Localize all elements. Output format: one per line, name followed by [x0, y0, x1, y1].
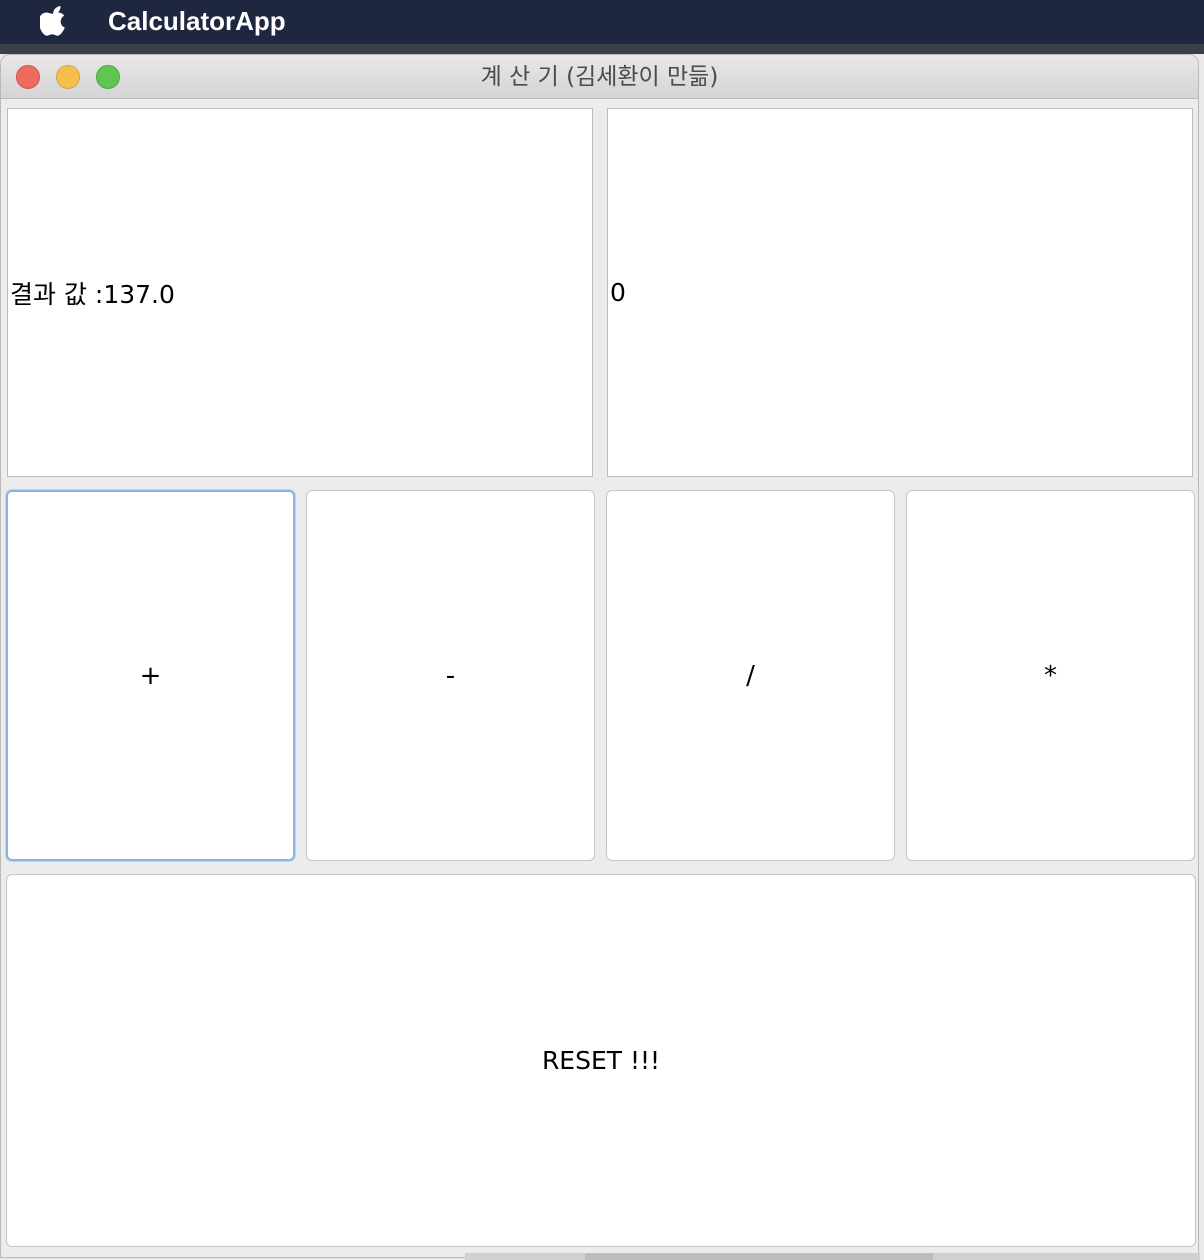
plus-button[interactable]: + — [6, 490, 295, 861]
divide-button[interactable]: / — [606, 490, 895, 861]
multiply-button[interactable]: * — [906, 490, 1195, 861]
window-titlebar[interactable]: 계 산 기 (김세환이 만듦) — [1, 55, 1198, 99]
reset-label: RESET !!! — [541, 1046, 661, 1075]
calculator-window: 계 산 기 (김세환이 만듦) 결과 값 :137.0 0 + - / * RE… — [0, 54, 1199, 1258]
window-title: 계 산 기 (김세환이 만듦) — [480, 64, 719, 90]
result-display: 결과 값 :137.0 — [7, 108, 593, 477]
apple-logo-icon[interactable] — [40, 4, 70, 38]
minus-button[interactable]: - — [306, 490, 595, 861]
desktop-background — [0, 44, 1204, 54]
minus-label: - — [445, 660, 456, 691]
divide-label: / — [746, 660, 755, 691]
reset-button[interactable]: RESET !!! — [6, 874, 1196, 1247]
number-input-field[interactable]: 0 — [607, 108, 1193, 477]
plus-label: + — [139, 660, 162, 691]
multiply-label: * — [1044, 660, 1057, 691]
background-scrollbar — [465, 1253, 1200, 1260]
app-menu-name[interactable]: CalculatorApp — [108, 4, 286, 38]
background-scrollbar-thumb — [585, 1253, 933, 1260]
result-text: 결과 값 :137.0 — [10, 279, 175, 309]
input-value: 0 — [610, 278, 626, 307]
menu-bar: CalculatorApp — [0, 0, 1204, 44]
